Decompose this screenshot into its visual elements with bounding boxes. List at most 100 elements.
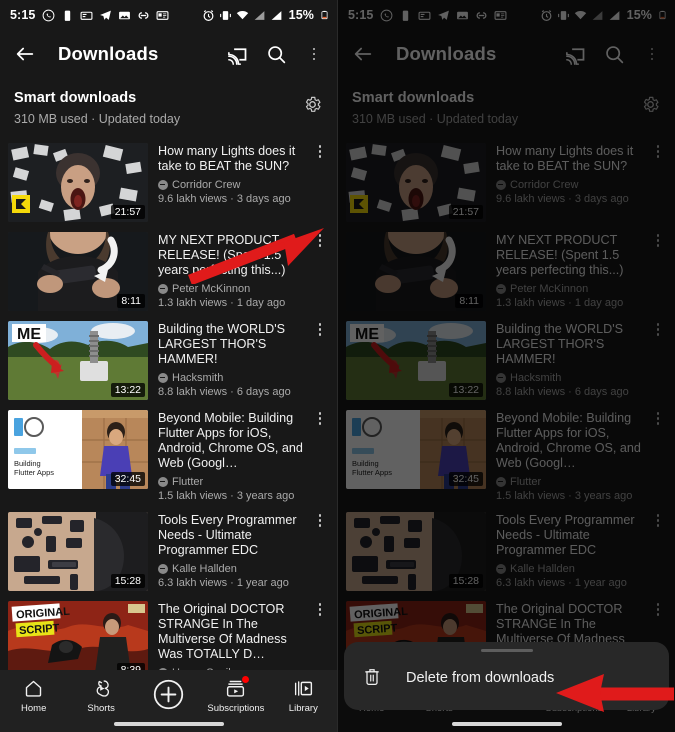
- table-row[interactable]: 21:57 How many Lights does it take to BE…: [338, 138, 675, 227]
- search-icon[interactable]: [263, 41, 289, 67]
- nav-item-library[interactable]: Library: [270, 677, 337, 714]
- smart-downloads-subtitle: 310 MB used · Updated today: [14, 112, 181, 126]
- video-meta: Tools Every Programmer Needs - Ultimate …: [148, 512, 311, 591]
- video-thumbnail[interactable]: Building Flutter Apps 32:45: [8, 410, 148, 489]
- subscriptions-badge: [242, 676, 250, 683]
- table-row[interactable]: ME 13:22 Building the WORLD'S LARGEST TH…: [338, 316, 675, 405]
- smart-downloads-section: Smart downloads 310 MB used · Updated to…: [338, 78, 675, 136]
- verified-icon: [158, 373, 168, 383]
- video-thumbnail[interactable]: 21:57: [8, 143, 148, 222]
- table-row[interactable]: 15:28 Tools Every Programmer Needs - Ult…: [338, 507, 675, 596]
- nav-item-shorts[interactable]: Shorts: [67, 677, 134, 714]
- link-icon: [139, 11, 149, 19]
- video-more-vert-icon[interactable]: [649, 512, 667, 591]
- verified-icon: [158, 284, 168, 294]
- sheet-drag-handle[interactable]: [480, 648, 533, 652]
- verified-icon: [496, 284, 506, 294]
- video-thumbnail[interactable]: 8:11: [8, 232, 148, 311]
- video-title: MY NEXT PRODUCT RELEASE! (Spent 1.5 year…: [496, 233, 624, 277]
- video-channel: Hacksmith: [158, 372, 311, 384]
- status-bar-system-icons: 15%: [202, 8, 329, 22]
- video-more-vert-icon[interactable]: [649, 321, 667, 400]
- video-thumbnail[interactable]: 15:28: [346, 512, 486, 591]
- table-row[interactable]: 8:11 MY NEXT PRODUCT RELEASE! (Spent 1.5…: [0, 227, 337, 316]
- table-row[interactable]: Building Flutter Apps 32:45 Beyond Mobil…: [0, 405, 337, 507]
- video-duration: 32:45: [110, 472, 145, 486]
- delete-from-downloads-button[interactable]: Delete from downloads: [344, 658, 669, 698]
- nav-label-shorts: Shorts: [87, 703, 115, 714]
- home-icon: [23, 677, 44, 699]
- video-more-vert-icon[interactable]: [311, 143, 329, 222]
- search-icon[interactable]: [601, 41, 627, 67]
- video-duration: 21:57: [110, 205, 145, 219]
- table-row[interactable]: 8:11 MY NEXT PRODUCT RELEASE! (Spent 1.5…: [338, 227, 675, 316]
- video-thumbnail[interactable]: ME 13:22: [8, 321, 148, 400]
- back-arrow-icon[interactable]: [12, 41, 38, 67]
- video-meta: MY NEXT PRODUCT RELEASE! (Spent 1.5 year…: [486, 232, 649, 311]
- gesture-home-bar[interactable]: [451, 722, 562, 726]
- wifi-icon: [574, 10, 586, 19]
- video-thumbnail[interactable]: 15:28: [8, 512, 148, 591]
- video-meta: Building the WORLD'S LARGEST THOR'S HAMM…: [486, 321, 649, 400]
- video-meta: MY NEXT PRODUCT RELEASE! (Spent 1.5 year…: [148, 232, 311, 311]
- gear-icon[interactable]: [303, 95, 323, 115]
- link-icon: [477, 11, 487, 19]
- nav-item-home[interactable]: Home: [0, 677, 67, 714]
- back-arrow-icon[interactable]: [350, 41, 376, 67]
- video-more-vert-icon[interactable]: [311, 232, 329, 311]
- video-thumbnail[interactable]: 8:11: [346, 232, 486, 311]
- more-vert-icon[interactable]: [639, 41, 665, 67]
- video-channel: Kalle Hallden: [158, 563, 311, 575]
- svg-text:Building: Building: [352, 459, 379, 468]
- video-duration: 15:28: [110, 574, 145, 588]
- table-row[interactable]: 21:57 How many Lights does it take to BE…: [0, 138, 337, 227]
- status-bar-notification-icons: [380, 9, 507, 22]
- video-stats: 1.3 lakh views · 1 day ago: [158, 297, 286, 309]
- cast-icon[interactable]: [225, 41, 251, 67]
- video-channel: Flutter: [158, 476, 311, 488]
- video-stats: 8.8 lakh views · 6 days ago: [158, 386, 291, 398]
- channel-name: Flutter: [172, 476, 204, 488]
- nav-item-subscriptions[interactable]: Subscriptions: [202, 676, 269, 714]
- telegram-icon: [438, 10, 450, 20]
- video-title: How many Lights does it take to BEAT the…: [496, 144, 634, 173]
- gesture-home-bar[interactable]: [113, 722, 224, 726]
- video-more-vert-icon[interactable]: [311, 321, 329, 400]
- video-more-vert-icon[interactable]: [649, 143, 667, 222]
- battery-saver-icon: [65, 10, 71, 21]
- table-row[interactable]: ME 13:22 Building the WORLD'S LARGEST TH…: [0, 316, 337, 405]
- table-row[interactable]: Building Flutter Apps 32:45 Beyond Mobil…: [338, 405, 675, 507]
- cast-icon[interactable]: [563, 41, 589, 67]
- video-stats: 1.5 lakh views · 3 years ago: [158, 490, 295, 502]
- video-thumbnail[interactable]: 21:57: [346, 143, 486, 222]
- video-thumbnail[interactable]: ORIGINAL SCRIPT 8:39: [8, 601, 148, 680]
- bottom-sheet: Delete from downloads: [344, 641, 669, 710]
- video-more-vert-icon[interactable]: [649, 410, 667, 502]
- video-more-vert-icon[interactable]: [311, 512, 329, 591]
- app-bar: Downloads: [0, 30, 337, 78]
- video-duration: 13:22: [110, 383, 145, 397]
- nav-item-create[interactable]: [135, 677, 202, 715]
- nav-label-subscriptions: Subscriptions: [207, 703, 265, 714]
- svg-text:ME: ME: [17, 326, 41, 343]
- channel-name: Hacksmith: [510, 372, 562, 384]
- video-thumbnail[interactable]: ME 13:22: [346, 321, 486, 400]
- table-row[interactable]: 15:28 Tools Every Programmer Needs - Ult…: [0, 507, 337, 596]
- library-icon: [293, 677, 314, 699]
- channel-name: Corridor Crew: [172, 179, 241, 191]
- video-more-vert-icon[interactable]: [311, 410, 329, 502]
- signal-1-icon: [592, 10, 603, 20]
- video-thumbnail[interactable]: Building Flutter Apps 32:45: [346, 410, 486, 489]
- gear-icon[interactable]: [641, 95, 661, 115]
- app-bar: Downloads: [338, 30, 675, 78]
- video-stats: 9.6 lakh views · 3 days ago: [158, 193, 291, 205]
- video-more-vert-icon[interactable]: [649, 232, 667, 311]
- verified-icon: [496, 373, 506, 383]
- video-title: Building the WORLD'S LARGEST THOR'S HAMM…: [496, 322, 623, 366]
- status-bar: 5:15 15%: [0, 0, 337, 30]
- create-plus-icon: [152, 677, 185, 711]
- battery-percent-label: 15%: [288, 8, 314, 22]
- video-title: How many Lights does it take to BEAT the…: [158, 144, 296, 173]
- signal-1-icon: [254, 10, 265, 20]
- more-vert-icon[interactable]: [301, 41, 327, 67]
